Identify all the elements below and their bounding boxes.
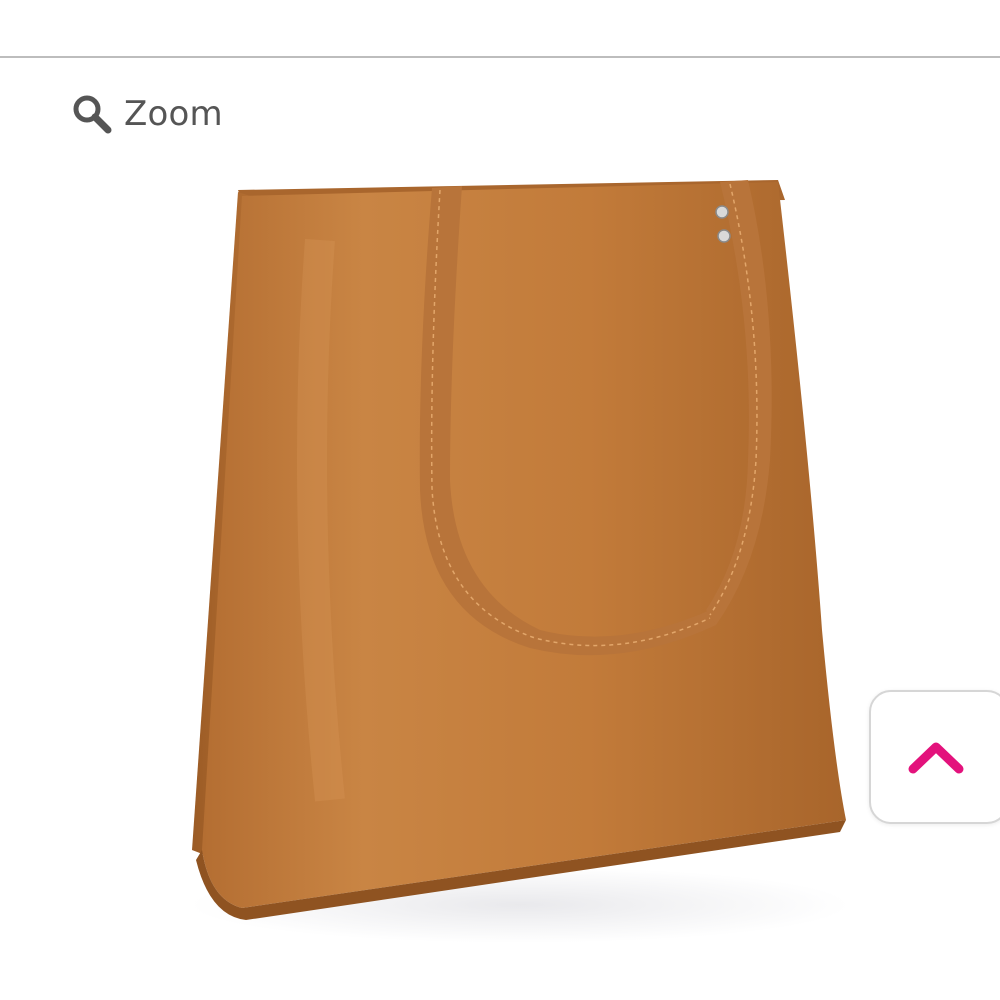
product-image-tote-bag[interactable]: [150, 160, 870, 990]
scroll-to-top-button[interactable]: [869, 690, 1000, 824]
rivet: [715, 205, 729, 219]
chevron-up-icon: [908, 742, 964, 774]
rivet: [717, 229, 731, 243]
top-divider: [0, 56, 1000, 58]
magnifier-icon: [73, 95, 112, 134]
zoom-label: Zoom: [124, 94, 223, 134]
bag-highlight: [297, 238, 345, 802]
zoom-button[interactable]: Zoom: [70, 90, 223, 138]
product-zoom-page: Zoom: [0, 0, 1000, 1000]
